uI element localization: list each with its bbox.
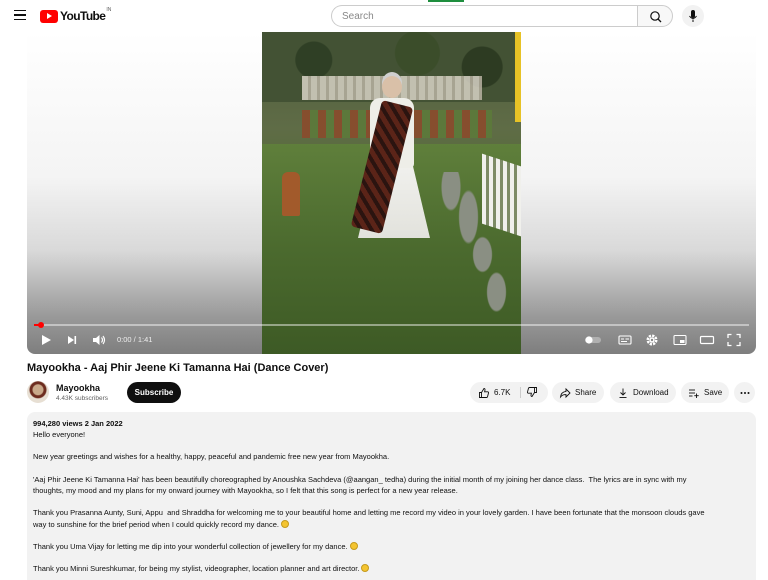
top-bar: YouTube IN <box>0 0 768 32</box>
next-button[interactable] <box>65 332 79 348</box>
description-text: Hello everyone! New year greetings and wi… <box>33 429 750 575</box>
share-button[interactable]: Share <box>552 382 604 403</box>
smiley-emoji-icon <box>361 564 370 573</box>
description-line: Hello everyone! <box>33 430 86 439</box>
search-box[interactable] <box>331 5 637 27</box>
search-input[interactable] <box>332 6 637 27</box>
pill-divider <box>520 387 521 398</box>
volume-button[interactable] <box>91 332 107 348</box>
subtitles-icon <box>618 335 632 345</box>
save-label: Save <box>704 388 723 397</box>
save-button[interactable]: Save <box>681 382 729 403</box>
play-button[interactable] <box>39 332 53 348</box>
logo-text: YouTube <box>60 9 106 23</box>
search-button[interactable] <box>637 5 673 27</box>
region-code: IN <box>106 7 112 13</box>
play-icon <box>42 335 51 345</box>
description-line: Thank you Prasanna Aunty, Suni, Appu and… <box>33 508 705 518</box>
share-label: Share <box>575 388 597 397</box>
fullscreen-button[interactable] <box>726 332 742 348</box>
thumbs-up-icon <box>479 387 490 398</box>
view-count-and-date: 994,280 views 2 Jan 2022 <box>33 419 123 428</box>
description-box[interactable]: 994,280 views 2 Jan 2022 Hello everyone!… <box>27 412 756 580</box>
autoplay-toggle-icon <box>585 336 601 344</box>
dislike-button[interactable] <box>526 386 538 400</box>
volume-icon <box>93 335 106 345</box>
more-actions-button[interactable] <box>734 382 755 403</box>
more-horizontal-icon <box>740 391 749 394</box>
description-line: Thank you Uma Vijay for letting me dip i… <box>33 541 750 552</box>
video-player[interactable]: 0:00 / 1:41 <box>27 32 756 354</box>
loading-indicator <box>428 0 464 2</box>
theater-mode-icon <box>699 335 715 345</box>
subscribe-button[interactable]: Subscribe <box>127 382 181 403</box>
download-label: Download <box>633 388 669 397</box>
description-line: thoughts, my mood and my plans for my on… <box>33 485 458 495</box>
scrubber-handle[interactable] <box>38 322 44 328</box>
youtube-play-icon <box>40 9 58 23</box>
thumbs-down-icon <box>526 387 537 397</box>
channel-avatar[interactable] <box>27 381 49 403</box>
subtitles-button[interactable] <box>617 332 633 348</box>
theater-mode-button[interactable] <box>699 332 715 348</box>
description-line: way to sunshine for the brief period whe… <box>33 519 750 530</box>
subscriber-count: 4.43K subscribers <box>56 395 109 402</box>
miniplayer-button[interactable] <box>672 332 688 348</box>
dancer-figure <box>350 72 432 242</box>
progress-bar[interactable] <box>34 322 749 328</box>
fullscreen-icon <box>727 333 741 347</box>
time-display: 0:00 / 1:41 <box>117 335 153 344</box>
share-icon <box>559 387 571 398</box>
like-count: 6.7K <box>494 388 511 397</box>
smiley-emoji-icon <box>280 519 289 528</box>
skip-next-icon <box>68 336 77 344</box>
search-icon <box>650 11 662 23</box>
save-to-playlist-icon <box>689 389 699 398</box>
download-button[interactable]: Download <box>610 382 676 403</box>
smiley-emoji-icon <box>349 541 358 550</box>
video-frame[interactable] <box>262 32 521 354</box>
description-line: 'Aaj Phir Jeene Ki Tamanna Hai' has been… <box>33 474 687 484</box>
youtube-logo[interactable]: YouTube IN <box>40 7 112 23</box>
settings-button[interactable] <box>644 332 660 348</box>
voice-search-button[interactable] <box>682 5 704 27</box>
description-line: New year greetings and wishes for a heal… <box>33 452 390 462</box>
autoplay-toggle[interactable] <box>583 332 603 348</box>
download-icon <box>619 388 627 398</box>
like-button[interactable]: 6.7K <box>478 387 510 399</box>
description-line: Thank you Minni Sureshkumar, for being m… <box>33 563 750 574</box>
video-title: Mayookha - Aaj Phir Jeene Ki Tamanna Hai… <box>27 362 329 374</box>
miniplayer-icon <box>673 334 687 346</box>
microphone-icon <box>689 10 697 22</box>
menu-icon[interactable] <box>14 10 26 21</box>
gear-icon <box>646 334 658 346</box>
like-dislike-group: 6.7K <box>470 382 548 403</box>
channel-name[interactable]: Mayookha <box>56 383 100 393</box>
